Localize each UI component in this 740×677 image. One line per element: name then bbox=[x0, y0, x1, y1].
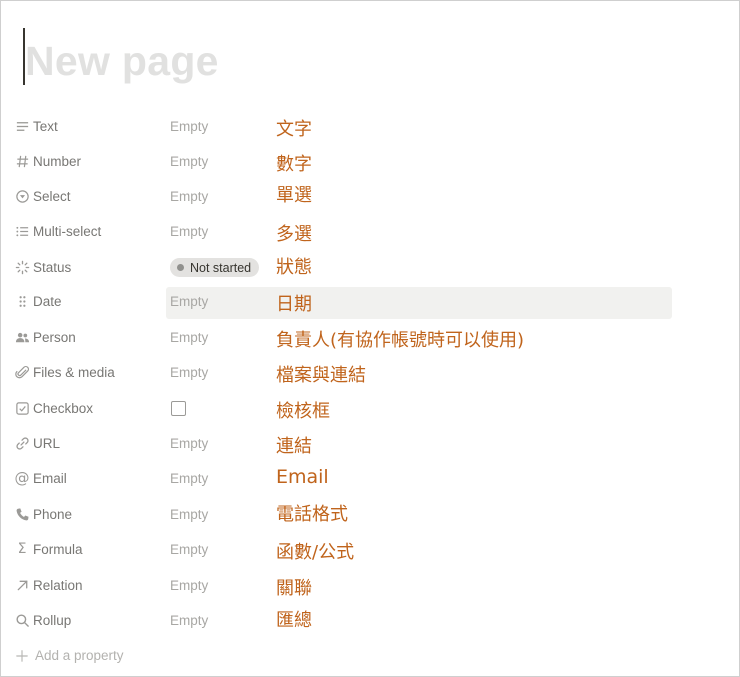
plus-icon bbox=[13, 647, 31, 665]
property-row-select: Select Empty 單選 bbox=[1, 180, 740, 214]
property-value[interactable]: Empty bbox=[170, 330, 208, 345]
arrow-up-right-icon bbox=[13, 576, 31, 594]
status-dot-icon bbox=[177, 264, 184, 271]
property-note: Email bbox=[276, 466, 329, 488]
phone-icon bbox=[13, 505, 31, 523]
page-frame: New page Text Empty 文字 Number Empty 數字 S… bbox=[0, 0, 740, 677]
paperclip-icon bbox=[13, 363, 31, 381]
property-name[interactable]: Rollup bbox=[33, 613, 71, 628]
property-name[interactable]: Email bbox=[33, 471, 67, 486]
property-row-files-media: Files & media Empty 檔案與連結 bbox=[1, 356, 740, 390]
property-name[interactable]: Files & media bbox=[33, 365, 115, 380]
property-row-date: Date Empty 日期 bbox=[1, 285, 740, 319]
sigma-icon: Σ bbox=[17, 541, 27, 557]
property-name[interactable]: Relation bbox=[33, 578, 83, 593]
at-icon: @ bbox=[14, 469, 30, 487]
add-property-label: Add a property bbox=[35, 648, 124, 663]
property-row-url: URL Empty 連結 bbox=[1, 427, 740, 461]
property-note: 單選 bbox=[276, 185, 312, 206]
drag-handle-icon[interactable] bbox=[13, 292, 31, 310]
property-note: 電話格式 bbox=[276, 504, 348, 525]
page-title-input[interactable]: New page bbox=[25, 35, 219, 87]
property-note: 狀態 bbox=[276, 257, 312, 278]
property-name[interactable]: Status bbox=[33, 260, 71, 275]
property-note: 文字 bbox=[276, 119, 312, 140]
property-note: 連結 bbox=[276, 436, 312, 457]
property-value[interactable]: Empty bbox=[170, 189, 208, 204]
property-row-multi-select: Multi-select Empty 多選 bbox=[1, 215, 740, 249]
property-name[interactable]: Person bbox=[33, 330, 76, 345]
list-icon bbox=[13, 222, 31, 240]
property-value[interactable]: Empty bbox=[170, 224, 208, 239]
property-name[interactable]: Checkbox bbox=[33, 401, 93, 416]
people-icon bbox=[13, 328, 31, 346]
search-icon bbox=[13, 611, 31, 629]
property-value[interactable]: Empty bbox=[170, 119, 208, 134]
property-note: 函數/公式 bbox=[276, 542, 355, 563]
property-name[interactable]: Select bbox=[33, 189, 71, 204]
property-name[interactable]: Text bbox=[33, 119, 58, 134]
link-icon bbox=[13, 434, 31, 452]
property-note: 檔案與連結 bbox=[276, 365, 366, 386]
property-name[interactable]: Multi-select bbox=[33, 224, 101, 239]
property-value[interactable]: Empty bbox=[170, 578, 208, 593]
status-spinner-icon bbox=[13, 258, 31, 276]
property-value[interactable]: Empty bbox=[170, 542, 208, 557]
property-name[interactable]: Phone bbox=[33, 507, 72, 522]
property-value[interactable]: Empty bbox=[170, 365, 208, 380]
property-row-phone: Phone Empty 電話格式 bbox=[1, 498, 740, 532]
property-row-checkbox: Checkbox 檢核框 bbox=[1, 392, 740, 426]
property-value[interactable]: Empty bbox=[170, 507, 208, 522]
property-note: 負責人(有協作帳號時可以使用) bbox=[276, 330, 525, 351]
hash-icon bbox=[13, 152, 31, 170]
row-hover-highlight bbox=[166, 287, 672, 319]
property-name[interactable]: Date bbox=[33, 294, 62, 309]
property-value[interactable]: Empty bbox=[170, 471, 208, 486]
checkbox-icon bbox=[13, 399, 31, 417]
property-value[interactable]: Empty bbox=[170, 294, 208, 309]
property-name[interactable]: URL bbox=[33, 436, 60, 451]
property-note: 數字 bbox=[276, 154, 312, 175]
property-row-number: Number Empty 數字 bbox=[1, 145, 740, 179]
property-note: 多選 bbox=[276, 224, 312, 245]
property-note: 匯總 bbox=[276, 610, 312, 631]
status-badge[interactable]: Not started bbox=[170, 258, 260, 277]
property-row-person: Person Empty 負責人(有協作帳號時可以使用) bbox=[1, 321, 740, 355]
add-property-button[interactable]: Add a property bbox=[1, 643, 301, 669]
property-note: 日期 bbox=[276, 294, 312, 315]
checkbox-input[interactable] bbox=[171, 401, 186, 416]
property-value[interactable]: Empty bbox=[170, 154, 208, 169]
property-row-text: Text Empty 文字 bbox=[1, 110, 740, 144]
property-name[interactable]: Number bbox=[33, 154, 81, 169]
property-row-rollup: Rollup Empty 匯總 bbox=[1, 604, 740, 638]
property-value[interactable]: Empty bbox=[170, 436, 208, 451]
property-name[interactable]: Formula bbox=[33, 542, 83, 557]
status-label: Not started bbox=[190, 260, 252, 275]
property-note: 關聯 bbox=[276, 578, 312, 599]
property-value[interactable]: Empty bbox=[170, 613, 208, 628]
select-circle-icon bbox=[13, 187, 31, 205]
property-row-relation: Relation Empty 關聯 bbox=[1, 569, 740, 603]
property-row-status: Status Not started 狀態 bbox=[1, 251, 740, 285]
property-row-email: @ Email Empty Email bbox=[1, 462, 740, 496]
property-note: 檢核框 bbox=[276, 401, 330, 422]
property-row-formula: Σ Formula Empty 函數/公式 bbox=[1, 533, 740, 567]
text-lines-icon bbox=[13, 117, 31, 135]
